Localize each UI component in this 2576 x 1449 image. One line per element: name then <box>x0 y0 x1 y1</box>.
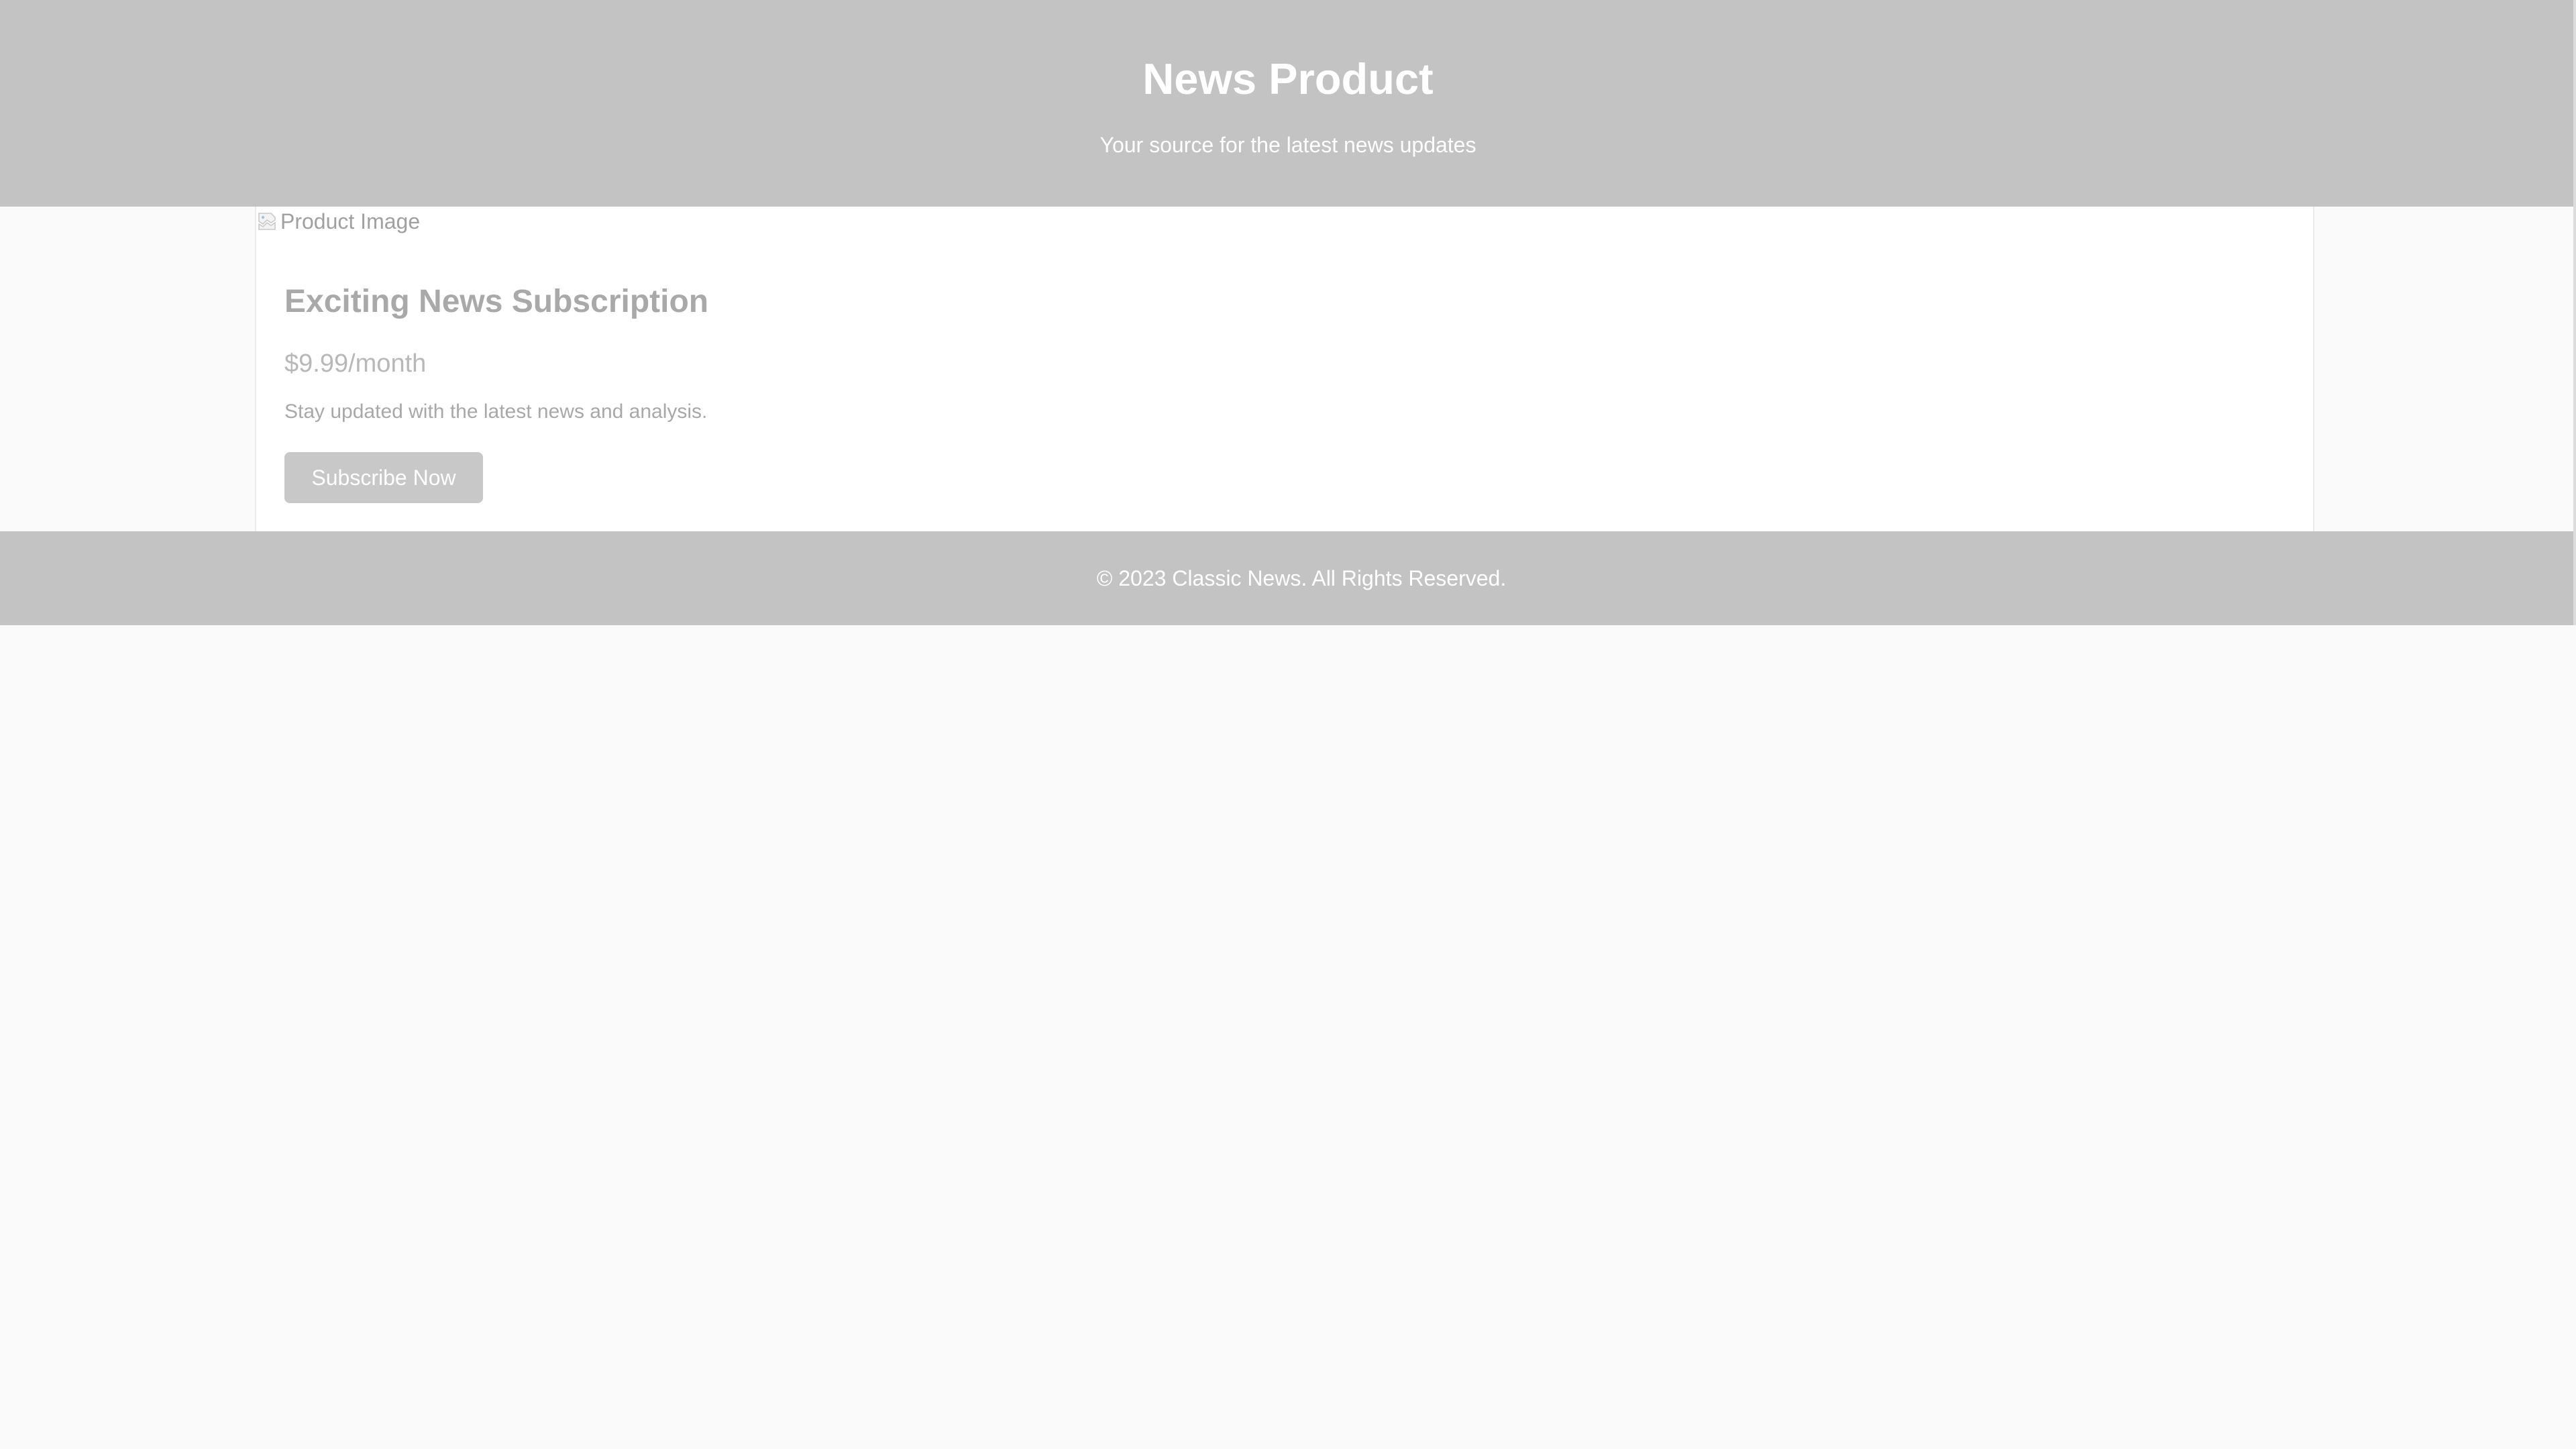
site-subtitle: Your source for the latest news updates <box>1099 133 1477 157</box>
site-title: News Product <box>1142 54 1434 103</box>
scrollbar-edge[interactable] <box>2573 0 2576 625</box>
footer-copyright: © 2023 Classic News. All Rights Reserved… <box>1096 566 1507 590</box>
subscribe-button[interactable]: Subscribe Now <box>284 452 483 503</box>
product-image: Product Image <box>256 207 420 236</box>
product-card: Product Image Exciting News Subscription… <box>255 207 2314 531</box>
broken-image-icon <box>256 211 278 232</box>
page: News Product Your source for the latest … <box>0 0 2576 1449</box>
site-footer: © 2023 Classic News. All Rights Reserved… <box>0 531 2576 625</box>
product-price: $9.99/month <box>284 350 427 378</box>
product-description: Stay updated with the latest news and an… <box>284 400 708 423</box>
product-image-alt-text: Product Image <box>280 209 421 233</box>
product-title: Exciting News Subscription <box>284 284 709 319</box>
site-header: News Product Your source for the latest … <box>0 0 2576 207</box>
